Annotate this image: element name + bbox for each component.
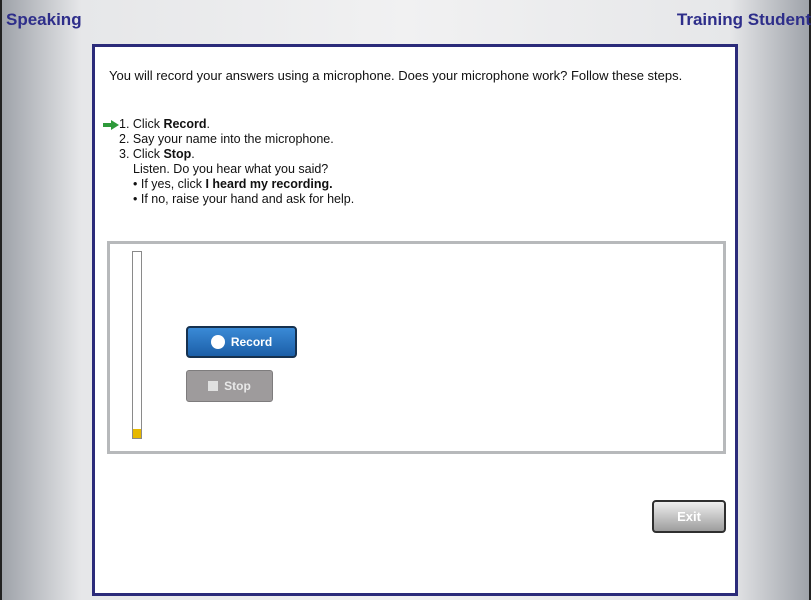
stop-square-icon: [208, 381, 219, 391]
if-yes-text: • If yes, click I heard my recording.: [103, 177, 354, 192]
record-label: Record: [230, 335, 273, 349]
mic-level-meter: [132, 251, 142, 439]
step-2: 2. Say your name into the microphone.: [103, 132, 354, 147]
if-no-label: • If no, raise your hand and ask for hel…: [133, 192, 355, 206]
section-title: Speaking: [6, 10, 82, 29]
record-button[interactable]: Record: [186, 326, 297, 358]
top-header: Speaking Training Student: [0, 0, 811, 40]
listen-label: Listen. Do you hear what you said?: [133, 162, 329, 176]
step-3-bold: Stop: [163, 147, 192, 161]
if-yes-prefix: • If yes, click: [133, 177, 206, 191]
mic-level-fill: [133, 428, 141, 438]
step-2-text: 2. Say your name into the microphone.: [119, 132, 334, 146]
step-1-suffix: .: [206, 117, 211, 131]
stop-label: Stop: [224, 379, 251, 393]
listen-text: Listen. Do you hear what you said?: [103, 162, 354, 177]
main-panel: You will record your answers using a mic…: [92, 44, 738, 596]
green-arrow-icon: [103, 120, 119, 130]
if-yes-bold: I heard my recording.: [205, 177, 333, 191]
step-3-prefix: 3. Click: [119, 147, 164, 161]
student-name: Training Student: [676, 10, 811, 29]
stop-button[interactable]: Stop: [186, 370, 273, 402]
steps-list: 1. Click Record. 2. Say your name into t…: [103, 117, 354, 207]
exit-button[interactable]: Exit: [652, 500, 726, 533]
step-1: 1. Click Record.: [103, 117, 354, 132]
step-1-bold: Record: [163, 117, 207, 131]
recording-area: Record Stop: [107, 241, 726, 454]
if-no-text: • If no, raise your hand and ask for hel…: [103, 192, 354, 207]
record-dot-icon: [210, 335, 225, 349]
step-3-suffix: .: [191, 147, 195, 161]
step-1-prefix: 1. Click: [119, 117, 164, 131]
intro-text: You will record your answers using a mic…: [109, 68, 683, 83]
step-3: 3. Click Stop.: [103, 147, 354, 162]
exit-label: Exit: [677, 509, 701, 524]
